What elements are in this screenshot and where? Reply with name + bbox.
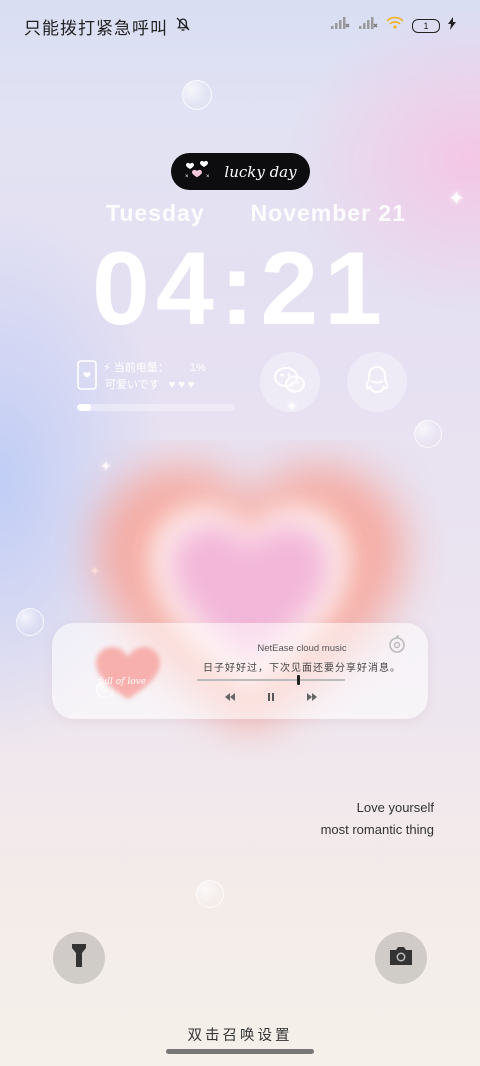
music-player-widget[interactable]: full of love NetEase cloud music 日子好好过，下…: [52, 623, 428, 719]
pause-button[interactable]: [266, 689, 276, 707]
battery-icon: 1: [412, 18, 440, 33]
wechat-button[interactable]: [260, 352, 320, 412]
album-caption: full of love: [98, 677, 147, 687]
bolt-small-icon: ⚡: [103, 362, 111, 374]
signal-icon: [330, 16, 350, 35]
signal-icon: [358, 16, 378, 35]
music-lyric: 日子好好过，下次见面还要分享好消息。: [203, 663, 401, 674]
music-progress-track[interactable]: [197, 679, 345, 681]
phone-heart-icon: [77, 360, 97, 395]
music-progress-knob[interactable]: [296, 675, 300, 685]
carrier-text: 只能拨打紧急呼叫: [24, 19, 168, 38]
hearts-row: ♥ ♥ ♥: [168, 379, 195, 391]
next-track-button[interactable]: [306, 689, 318, 707]
battery-progress-fill: [77, 404, 92, 411]
camera-icon: [388, 945, 414, 972]
clock-time: 04:21: [92, 231, 388, 347]
previous-track-button[interactable]: [224, 689, 236, 707]
lucky-day-text: lucky day: [224, 162, 297, 181]
date-row: Tuesday November 21: [106, 200, 406, 227]
qq-penguin-icon: [363, 364, 391, 401]
battery-subtitle: 可爱いです: [105, 379, 160, 391]
quote-text: Love yourself most romantic thing: [321, 797, 434, 841]
wechat-icon: [272, 364, 308, 401]
bolt-icon: [448, 16, 456, 35]
double-tap-hint: 双击召唤设置: [187, 1028, 293, 1044]
fast-forward-icon: [306, 689, 318, 706]
quote-line-2: most romantic thing: [320, 822, 434, 837]
home-indicator[interactable]: [166, 1049, 314, 1054]
status-bar-left: 只能拨打紧急呼叫: [24, 14, 192, 39]
day-of-week: Tuesday: [106, 200, 205, 226]
wifi-icon: [386, 16, 404, 35]
date-text: November 21: [250, 200, 406, 226]
rewind-icon: [224, 689, 236, 706]
lucky-day-badge[interactable]: × × lucky day: [171, 153, 310, 190]
bubble-decoration: [182, 80, 212, 110]
bell-off-icon: [174, 15, 192, 38]
battery-label: 当前电量：: [113, 362, 169, 374]
hearts-icon: × ×: [184, 158, 212, 185]
status-bar-right: 1: [330, 16, 456, 35]
netease-logo-icon: [386, 633, 408, 660]
svg-text:×: ×: [185, 174, 189, 180]
qq-button[interactable]: [347, 352, 407, 412]
sparkle-decoration: ✦: [448, 188, 465, 210]
quote-line-1: Love yourself: [356, 800, 434, 815]
flashlight-button[interactable]: [53, 932, 105, 984]
camera-button[interactable]: [375, 932, 427, 984]
music-app-name: NetEase cloud music: [257, 643, 347, 654]
bubble-decoration: [16, 608, 44, 636]
battery-widget: ⚡ 当前电量： 1% 可爱いです ♥ ♥ ♥: [77, 358, 237, 418]
bubble-decoration: [196, 880, 224, 908]
album-art: full of love: [92, 643, 164, 703]
battery-percent: 1%: [189, 362, 206, 374]
flashlight-icon: [71, 943, 87, 974]
battery-progress-bar: [77, 404, 235, 411]
pause-icon: [266, 689, 276, 706]
svg-text:×: ×: [206, 174, 210, 180]
